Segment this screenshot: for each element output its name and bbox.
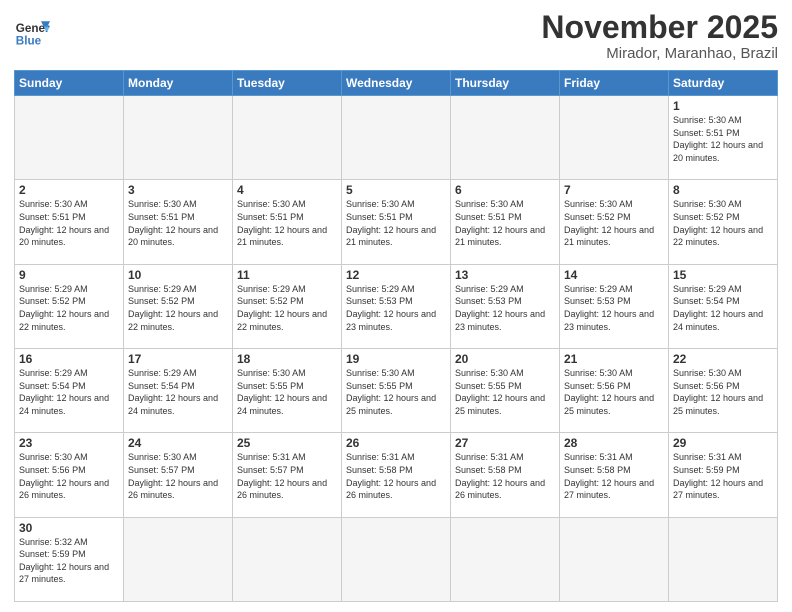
day-1: 1 Sunrise: 5:30 AM Sunset: 5:51 PM Dayli… (669, 96, 778, 180)
week-row-6: 30 Sunrise: 5:32 AM Sunset: 5:59 PM Dayl… (15, 517, 778, 601)
day-23: 23 Sunrise: 5:30 AM Sunset: 5:56 PM Dayl… (15, 433, 124, 517)
day-19: 19 Sunrise: 5:30 AM Sunset: 5:55 PM Dayl… (342, 349, 451, 433)
header-friday: Friday (560, 71, 669, 96)
empty-cell (451, 517, 560, 601)
empty-cell (560, 517, 669, 601)
day-14: 14 Sunrise: 5:29 AM Sunset: 5:53 PM Dayl… (560, 264, 669, 348)
empty-cell (560, 96, 669, 180)
empty-cell (15, 96, 124, 180)
week-row-2: 2 Sunrise: 5:30 AM Sunset: 5:51 PM Dayli… (15, 180, 778, 264)
day-12: 12 Sunrise: 5:29 AM Sunset: 5:53 PM Dayl… (342, 264, 451, 348)
day-8: 8 Sunrise: 5:30 AM Sunset: 5:52 PM Dayli… (669, 180, 778, 264)
header-wednesday: Wednesday (342, 71, 451, 96)
day-7: 7 Sunrise: 5:30 AM Sunset: 5:52 PM Dayli… (560, 180, 669, 264)
day-24: 24 Sunrise: 5:30 AM Sunset: 5:57 PM Dayl… (124, 433, 233, 517)
svg-text:Blue: Blue (16, 35, 42, 48)
day-28: 28 Sunrise: 5:31 AM Sunset: 5:58 PM Dayl… (560, 433, 669, 517)
logo-icon: General Blue (14, 14, 50, 50)
day-30: 30 Sunrise: 5:32 AM Sunset: 5:59 PM Dayl… (15, 517, 124, 601)
header-sunday: Sunday (15, 71, 124, 96)
empty-cell (233, 517, 342, 601)
week-row-5: 23 Sunrise: 5:30 AM Sunset: 5:56 PM Dayl… (15, 433, 778, 517)
day-2: 2 Sunrise: 5:30 AM Sunset: 5:51 PM Dayli… (15, 180, 124, 264)
empty-cell (124, 517, 233, 601)
day-11: 11 Sunrise: 5:29 AM Sunset: 5:52 PM Dayl… (233, 264, 342, 348)
page: General Blue November 2025 Mirador, Mara… (0, 0, 792, 612)
day-15: 15 Sunrise: 5:29 AM Sunset: 5:54 PM Dayl… (669, 264, 778, 348)
empty-cell (451, 96, 560, 180)
week-row-1: 1 Sunrise: 5:30 AM Sunset: 5:51 PM Dayli… (15, 96, 778, 180)
header-saturday: Saturday (669, 71, 778, 96)
day-22: 22 Sunrise: 5:30 AM Sunset: 5:56 PM Dayl… (669, 349, 778, 433)
day-29: 29 Sunrise: 5:31 AM Sunset: 5:59 PM Dayl… (669, 433, 778, 517)
empty-cell (342, 96, 451, 180)
day-4: 4 Sunrise: 5:30 AM Sunset: 5:51 PM Dayli… (233, 180, 342, 264)
day-16: 16 Sunrise: 5:29 AM Sunset: 5:54 PM Dayl… (15, 349, 124, 433)
location-title: Mirador, Maranhao, Brazil (541, 45, 778, 62)
day-18: 18 Sunrise: 5:30 AM Sunset: 5:55 PM Dayl… (233, 349, 342, 433)
day-5: 5 Sunrise: 5:30 AM Sunset: 5:51 PM Dayli… (342, 180, 451, 264)
day-17: 17 Sunrise: 5:29 AM Sunset: 5:54 PM Dayl… (124, 349, 233, 433)
title-block: November 2025 Mirador, Maranhao, Brazil (541, 10, 778, 62)
empty-cell (233, 96, 342, 180)
header-monday: Monday (124, 71, 233, 96)
month-title: November 2025 (541, 10, 778, 45)
empty-cell (669, 517, 778, 601)
week-row-3: 9 Sunrise: 5:29 AM Sunset: 5:52 PM Dayli… (15, 264, 778, 348)
day-6: 6 Sunrise: 5:30 AM Sunset: 5:51 PM Dayli… (451, 180, 560, 264)
header-thursday: Thursday (451, 71, 560, 96)
day-20: 20 Sunrise: 5:30 AM Sunset: 5:55 PM Dayl… (451, 349, 560, 433)
empty-cell (342, 517, 451, 601)
week-row-4: 16 Sunrise: 5:29 AM Sunset: 5:54 PM Dayl… (15, 349, 778, 433)
day-27: 27 Sunrise: 5:31 AM Sunset: 5:58 PM Dayl… (451, 433, 560, 517)
logo: General Blue (14, 14, 50, 50)
header: General Blue November 2025 Mirador, Mara… (14, 10, 778, 62)
day-3: 3 Sunrise: 5:30 AM Sunset: 5:51 PM Dayli… (124, 180, 233, 264)
empty-cell (124, 96, 233, 180)
day-21: 21 Sunrise: 5:30 AM Sunset: 5:56 PM Dayl… (560, 349, 669, 433)
day-9: 9 Sunrise: 5:29 AM Sunset: 5:52 PM Dayli… (15, 264, 124, 348)
weekday-header-row: Sunday Monday Tuesday Wednesday Thursday… (15, 71, 778, 96)
day-25: 25 Sunrise: 5:31 AM Sunset: 5:57 PM Dayl… (233, 433, 342, 517)
day-10: 10 Sunrise: 5:29 AM Sunset: 5:52 PM Dayl… (124, 264, 233, 348)
calendar-table: Sunday Monday Tuesday Wednesday Thursday… (14, 70, 778, 602)
day-26: 26 Sunrise: 5:31 AM Sunset: 5:58 PM Dayl… (342, 433, 451, 517)
day-13: 13 Sunrise: 5:29 AM Sunset: 5:53 PM Dayl… (451, 264, 560, 348)
header-tuesday: Tuesday (233, 71, 342, 96)
